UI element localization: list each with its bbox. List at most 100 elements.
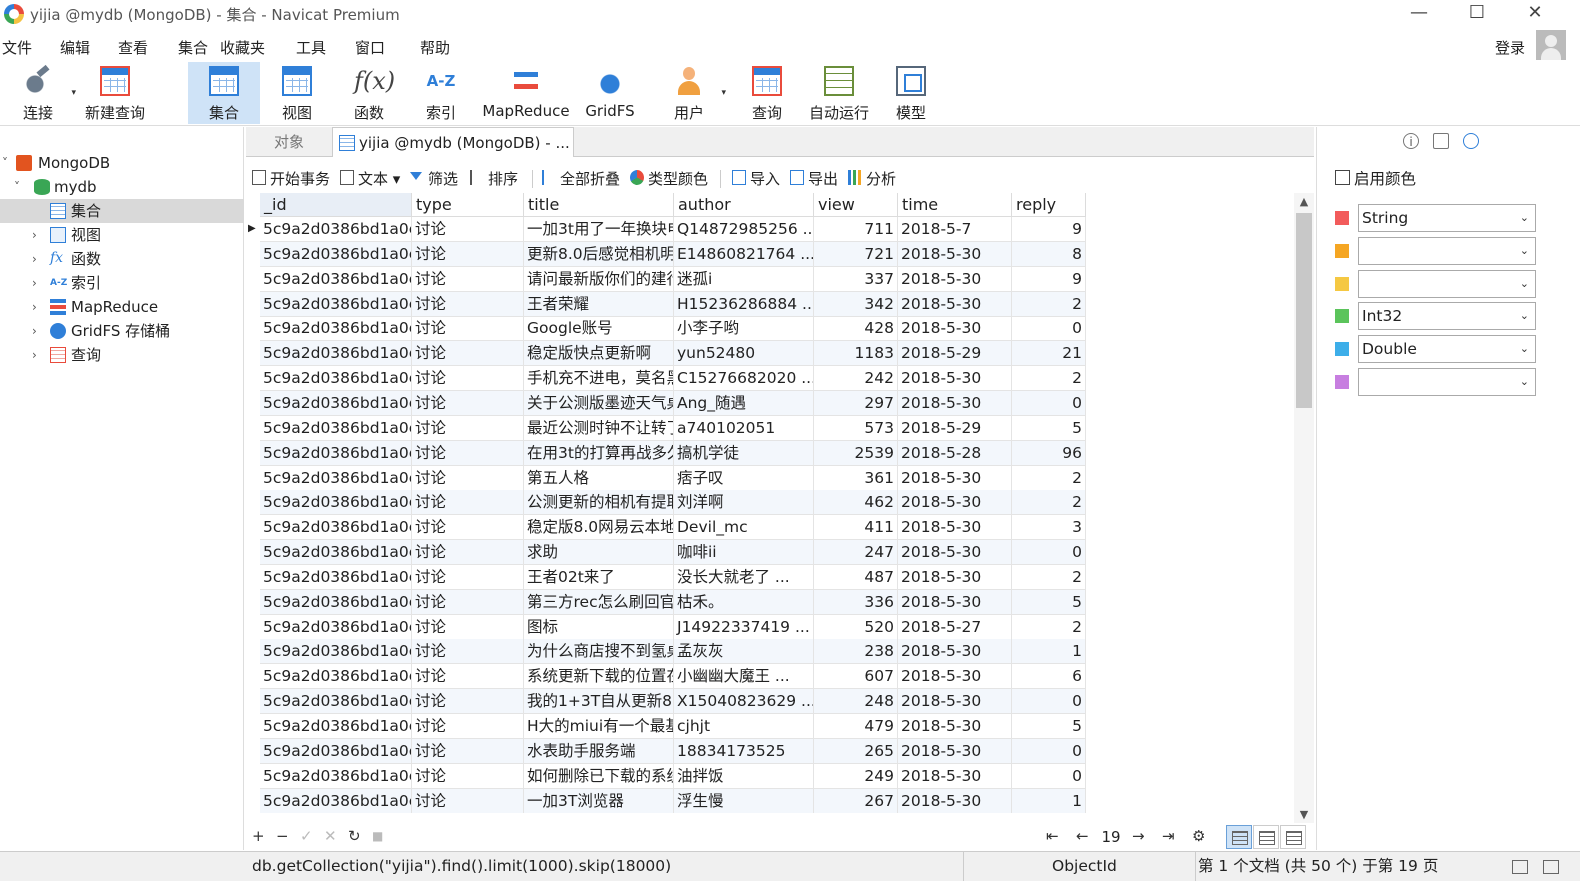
- reply-cell[interactable]: 5: [1012, 415, 1086, 441]
- color-swatch[interactable]: [1335, 276, 1349, 291]
- type-select[interactable]: Double ⌄: [1358, 335, 1536, 364]
- chevron-right-icon[interactable]: ›: [32, 271, 37, 295]
- time-cell[interactable]: 2018-5-30: [898, 490, 1012, 516]
- tree-item-views[interactable]: › 视图: [0, 223, 244, 247]
- id-cell[interactable]: 5c9a2d0386bd1a0e(: [260, 316, 412, 342]
- author-cell[interactable]: Devil_mc: [674, 515, 814, 541]
- last-page-button[interactable]: ⇥: [1162, 827, 1175, 845]
- chevron-down-icon[interactable]: ˅: [2, 151, 8, 175]
- time-cell[interactable]: 2018-5-27: [898, 614, 1012, 640]
- close-button[interactable]: ✕: [1506, 0, 1564, 28]
- type-select[interactable]: String ⌄: [1358, 204, 1536, 232]
- author-cell[interactable]: C15276682020 ...: [674, 366, 814, 392]
- view-cell[interactable]: 297: [814, 390, 898, 416]
- tree-item-functions[interactable]: › fx 函数: [0, 247, 244, 271]
- color-swatch[interactable]: [1335, 375, 1349, 389]
- menu-collection[interactable]: 集合: [178, 37, 208, 58]
- id-cell[interactable]: 5c9a2d0386bd1a0e(: [260, 366, 412, 392]
- query-button[interactable]: 查询: [740, 62, 794, 124]
- title-cell[interactable]: 如何删除已下载的系统: [524, 763, 674, 789]
- tab-collection-data[interactable]: yijia @mydb (MongoDB) - ...: [332, 127, 574, 157]
- type-cell[interactable]: 讨论: [412, 266, 524, 292]
- id-cell[interactable]: 5c9a2d0386bd1a0e(: [260, 714, 412, 739]
- reply-cell[interactable]: 2: [1012, 564, 1086, 590]
- id-cell[interactable]: 5c9a2d0386bd1a0e(: [260, 241, 412, 267]
- author-cell[interactable]: 刘洋啊: [674, 490, 814, 516]
- time-cell[interactable]: 2018-5-30: [898, 465, 1012, 491]
- time-cell[interactable]: 2018-5-30: [898, 689, 1012, 715]
- previous-page-button[interactable]: ←: [1076, 827, 1089, 845]
- reply-cell[interactable]: 0: [1012, 540, 1086, 566]
- time-cell[interactable]: 2018-5-28: [898, 440, 1012, 466]
- reply-cell[interactable]: 21: [1012, 341, 1086, 367]
- sort-button[interactable]: 排序: [470, 168, 518, 189]
- color-swatch[interactable]: [1335, 211, 1349, 225]
- chevron-down-icon[interactable]: ⌄: [1520, 271, 1529, 297]
- type-cell[interactable]: 讨论: [412, 589, 524, 615]
- type-cell[interactable]: 讨论: [412, 390, 524, 416]
- tree-view-toggle[interactable]: [1253, 825, 1279, 849]
- id-cell[interactable]: 5c9a2d0386bd1a0e(: [260, 465, 412, 491]
- title-cell[interactable]: 图标: [524, 614, 674, 640]
- chevron-down-icon[interactable]: ˅: [14, 175, 20, 199]
- time-cell[interactable]: 2018-5-30: [898, 763, 1012, 789]
- title-cell[interactable]: 一加3T浏览器: [524, 788, 674, 813]
- title-cell[interactable]: 第五人格: [524, 465, 674, 491]
- add-record-button[interactable]: +: [252, 827, 265, 845]
- id-cell[interactable]: 5c9a2d0386bd1a0e(: [260, 763, 412, 789]
- view-cell[interactable]: 238: [814, 639, 898, 665]
- view-cell[interactable]: 1183: [814, 341, 898, 367]
- author-cell[interactable]: 迷孤i: [674, 266, 814, 292]
- title-cell[interactable]: 关于公测版墨迹天气桌: [524, 390, 674, 416]
- title-cell[interactable]: 请问最新版你们的建行: [524, 266, 674, 292]
- view-cell[interactable]: 265: [814, 738, 898, 764]
- type-cell[interactable]: 讨论: [412, 714, 524, 739]
- user-avatar[interactable]: [1536, 30, 1566, 60]
- author-cell[interactable]: 咖啡ii: [674, 540, 814, 566]
- type-cell[interactable]: 讨论: [412, 515, 524, 541]
- title-cell[interactable]: 稳定版8.0网易云本地音: [524, 515, 674, 541]
- tree-item-mydb[interactable]: ˅ mydb: [0, 175, 244, 199]
- connect-button[interactable]: 连接 ▾: [10, 62, 76, 124]
- time-cell[interactable]: 2018-5-30: [898, 291, 1012, 317]
- time-cell[interactable]: 2018-5-30: [898, 390, 1012, 416]
- author-cell[interactable]: X15040823629 ...: [674, 689, 814, 715]
- delete-record-button[interactable]: −: [276, 827, 289, 845]
- model-button[interactable]: 模型: [884, 62, 938, 124]
- info-icon[interactable]: i: [1403, 133, 1419, 149]
- layout-icon[interactable]: [1542, 859, 1559, 874]
- view-cell[interactable]: 411: [814, 515, 898, 541]
- menu-help[interactable]: 帮助: [420, 37, 450, 58]
- reply-cell[interactable]: 3: [1012, 515, 1086, 541]
- color-swatch[interactable]: [1335, 309, 1349, 324]
- view-cell[interactable]: 721: [814, 241, 898, 267]
- author-cell[interactable]: H15236286884 ...: [674, 291, 814, 317]
- type-color-button[interactable]: 类型颜色: [630, 168, 708, 189]
- tree-item-queries[interactable]: › 查询: [0, 343, 244, 367]
- reply-cell[interactable]: 0: [1012, 738, 1086, 764]
- reply-cell[interactable]: 96: [1012, 440, 1086, 466]
- ddl-icon[interactable]: [1433, 133, 1449, 149]
- begin-transaction-button[interactable]: 开始事务: [252, 168, 330, 189]
- reply-cell[interactable]: 9: [1012, 217, 1086, 242]
- tree-item-gridfs[interactable]: › GridFS 存储桶: [0, 319, 244, 343]
- type-cell[interactable]: 讨论: [412, 241, 524, 267]
- maximize-button[interactable]: ☐: [1448, 0, 1506, 28]
- chevron-right-icon[interactable]: ›: [32, 319, 37, 343]
- scroll-up-icon[interactable]: ▲: [1294, 195, 1314, 208]
- type-cell[interactable]: 讨论: [412, 664, 524, 690]
- menu-favorites[interactable]: 收藏夹: [220, 37, 265, 58]
- column-header-id[interactable]: _id: [260, 193, 412, 217]
- author-cell[interactable]: 枯禾。: [674, 589, 814, 615]
- type-cell[interactable]: 讨论: [412, 540, 524, 566]
- id-cell[interactable]: 5c9a2d0386bd1a0e(: [260, 291, 412, 317]
- author-cell[interactable]: cjhjt: [674, 714, 814, 739]
- enable-color-checkbox[interactable]: [1335, 170, 1350, 185]
- id-cell[interactable]: 5c9a2d0386bd1a0e(: [260, 689, 412, 715]
- view-cell[interactable]: 267: [814, 788, 898, 813]
- type-cell[interactable]: 讨论: [412, 564, 524, 590]
- view-cell[interactable]: 462: [814, 490, 898, 516]
- reply-cell[interactable]: 5: [1012, 714, 1086, 739]
- tree-item-indexes[interactable]: › A-Z 索引: [0, 271, 244, 295]
- grid-view-toggle[interactable]: [1226, 825, 1252, 849]
